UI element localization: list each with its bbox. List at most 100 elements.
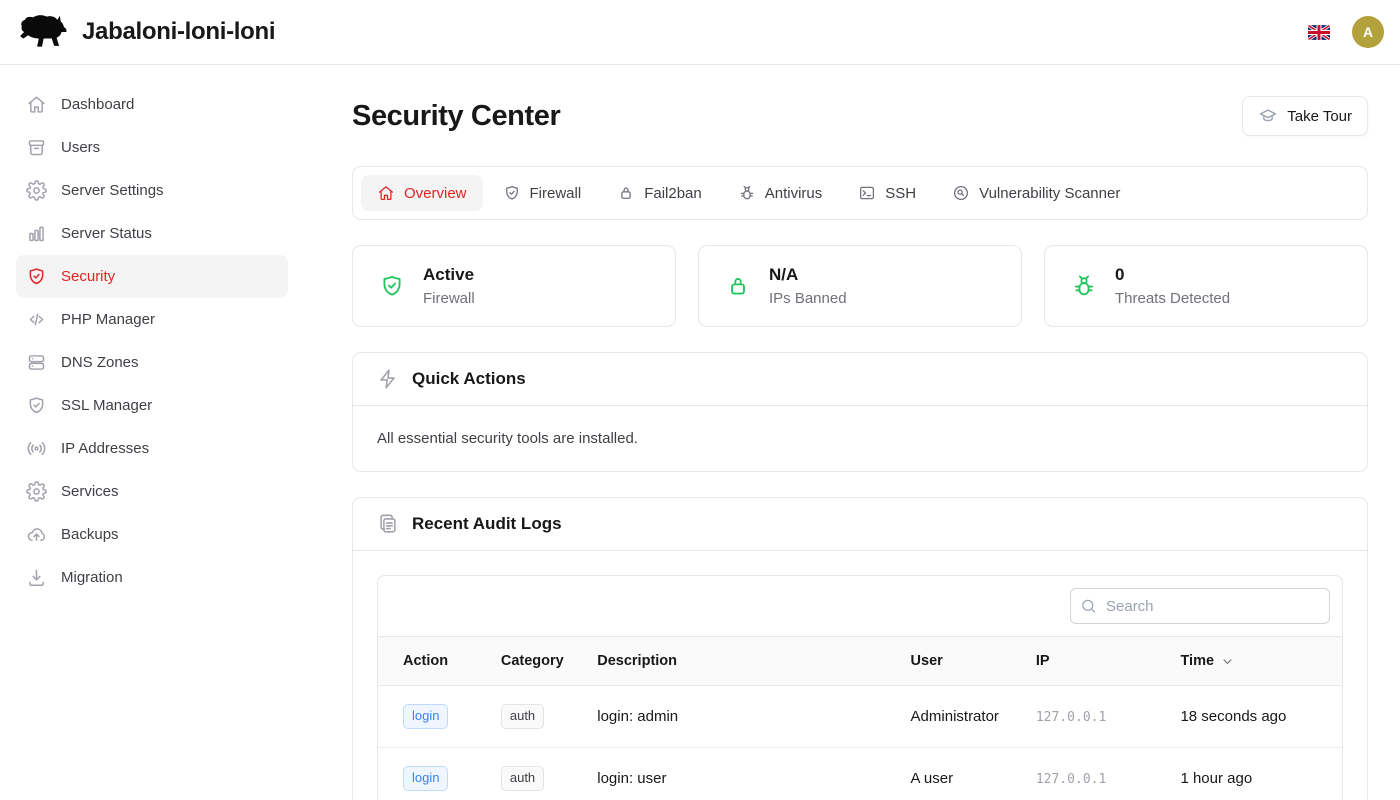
stat-value: Active (423, 265, 475, 285)
archive-icon (26, 137, 47, 158)
bug-icon (738, 184, 756, 202)
audit-logs-table-container: Action Category Description User IP Time (377, 575, 1343, 800)
tab-antivirus[interactable]: Antivirus (722, 175, 839, 211)
description-cell: login: admin (585, 686, 898, 748)
time-cell: 1 hour ago (1168, 747, 1342, 800)
user-cell: Administrator (899, 686, 1024, 748)
brand-title: Jabaloni-loni-loni (82, 18, 275, 46)
take-tour-button[interactable]: Take Tour (1242, 96, 1368, 136)
home-icon (26, 94, 47, 115)
sidebar-item-security[interactable]: Security (16, 255, 288, 298)
avatar[interactable]: A (1352, 16, 1384, 48)
column-header-action[interactable]: Action (378, 637, 489, 686)
page-title: Security Center (352, 100, 560, 133)
tab-label: Firewall (530, 185, 582, 202)
home-icon (377, 184, 395, 202)
table-row[interactable]: login auth login: admin Administrator 12… (378, 686, 1342, 748)
sidebar-item-server-settings[interactable]: Server Settings (16, 169, 288, 212)
cloud-upload-icon (26, 524, 47, 545)
audit-logs-table: Action Category Description User IP Time (378, 636, 1342, 800)
terminal-icon (858, 184, 876, 202)
tab-label: Vulnerability Scanner (979, 185, 1120, 202)
sidebar-item-dns-zones[interactable]: DNS Zones (16, 341, 288, 384)
sidebar-item-label: Users (61, 139, 100, 156)
user-cell: A user (899, 747, 1024, 800)
action-badge: login (403, 766, 448, 791)
sidebar-item-label: Server Settings (61, 182, 164, 199)
stat-label: Firewall (423, 290, 475, 307)
stat-card-threats: 0 Threats Detected (1044, 245, 1368, 327)
quick-actions-card: Quick Actions All essential security too… (352, 352, 1368, 472)
sidebar-item-backups[interactable]: Backups (16, 513, 288, 556)
sidebar-item-label: IP Addresses (61, 440, 149, 457)
column-header-user[interactable]: User (899, 637, 1024, 686)
category-badge: auth (501, 704, 544, 729)
sidebar: Dashboard Users Server Settings Server S… (0, 65, 304, 800)
server-icon (26, 352, 47, 373)
chevron-down-icon (1220, 654, 1235, 669)
bug-icon (1071, 273, 1097, 299)
table-header-row: Action Category Description User IP Time (378, 637, 1342, 686)
category-badge: auth (501, 766, 544, 791)
uk-flag-icon[interactable] (1308, 25, 1330, 40)
stats-row: Active Firewall N/A IPs Banned 0 Threats… (352, 245, 1368, 327)
sidebar-item-label: Backups (61, 526, 119, 543)
tab-overview[interactable]: Overview (361, 175, 483, 211)
security-tabs: Overview Firewall Fail2ban Antivirus SSH… (352, 166, 1368, 220)
tab-label: Overview (404, 185, 467, 202)
sidebar-item-label: Server Status (61, 225, 152, 242)
tab-label: Antivirus (765, 185, 823, 202)
tab-label: Fail2ban (644, 185, 702, 202)
shield-check-icon (26, 395, 47, 416)
graduation-cap-icon (1258, 106, 1278, 126)
ip-cell: 127.0.0.1 (1036, 772, 1106, 787)
sidebar-item-php-manager[interactable]: PHP Manager (16, 298, 288, 341)
sidebar-item-label: Services (61, 483, 119, 500)
time-cell: 18 seconds ago (1168, 686, 1342, 748)
tab-vulnerability-scanner[interactable]: Vulnerability Scanner (936, 175, 1136, 211)
tab-label: SSH (885, 185, 916, 202)
description-cell: login: user (585, 747, 898, 800)
sidebar-item-services[interactable]: Services (16, 470, 288, 513)
column-header-description[interactable]: Description (585, 637, 898, 686)
sidebar-item-users[interactable]: Users (16, 126, 288, 169)
sidebar-item-label: Migration (61, 569, 123, 586)
ip-cell: 127.0.0.1 (1036, 710, 1106, 725)
bar-chart-icon (26, 223, 47, 244)
quick-actions-title: Quick Actions (412, 369, 526, 389)
stat-card-firewall: Active Firewall (352, 245, 676, 327)
sidebar-item-server-status[interactable]: Server Status (16, 212, 288, 255)
column-header-label: Time (1180, 653, 1214, 669)
column-header-time[interactable]: Time (1168, 637, 1342, 686)
sidebar-item-ip-addresses[interactable]: IP Addresses (16, 427, 288, 470)
stat-card-ips-banned: N/A IPs Banned (698, 245, 1022, 327)
search-input[interactable] (1070, 588, 1330, 624)
column-header-ip[interactable]: IP (1024, 637, 1169, 686)
audit-logs-title: Recent Audit Logs (412, 514, 562, 534)
action-badge: login (403, 704, 448, 729)
lock-icon (617, 184, 635, 202)
gear-icon (26, 180, 47, 201)
audit-search (1070, 588, 1330, 624)
sidebar-item-label: Dashboard (61, 96, 134, 113)
column-header-category[interactable]: Category (489, 637, 585, 686)
shield-check-icon (503, 184, 521, 202)
shield-check-icon (379, 273, 405, 299)
tab-ssh[interactable]: SSH (842, 175, 932, 211)
stat-value: N/A (769, 265, 847, 285)
topbar: Jabaloni-loni-loni A (0, 0, 1400, 65)
take-tour-label: Take Tour (1287, 108, 1352, 125)
sidebar-item-migration[interactable]: Migration (16, 556, 288, 599)
table-row[interactable]: login auth login: user A user 127.0.0.1 … (378, 747, 1342, 800)
sidebar-item-dashboard[interactable]: Dashboard (16, 83, 288, 126)
sidebar-item-ssl-manager[interactable]: SSL Manager (16, 384, 288, 427)
tab-fail2ban[interactable]: Fail2ban (601, 175, 718, 211)
search-circle-icon (952, 184, 970, 202)
tab-firewall[interactable]: Firewall (487, 175, 598, 211)
radio-icon (26, 438, 47, 459)
documents-icon (377, 513, 399, 535)
brand[interactable]: Jabaloni-loni-loni (16, 13, 275, 51)
gear-icon (26, 481, 47, 502)
sidebar-item-label: Security (61, 268, 115, 285)
audit-logs-card: Recent Audit Logs Action Cat (352, 497, 1368, 800)
